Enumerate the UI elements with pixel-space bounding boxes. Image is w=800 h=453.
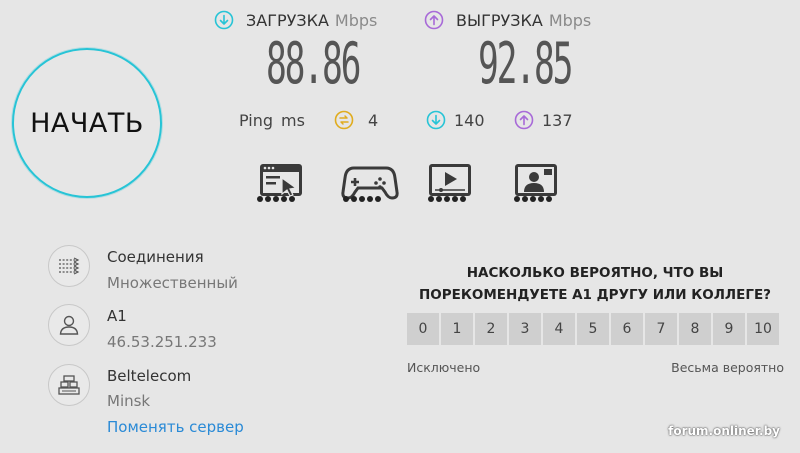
upload-latency-group: 137 — [514, 108, 573, 132]
scale-option-2[interactable]: 2 — [474, 312, 508, 346]
ping-label-group: Ping ms — [239, 108, 305, 132]
download-label: ЗАГРУЗКА — [246, 10, 329, 30]
ping-label: Ping — [239, 110, 274, 130]
server-city: Minsk — [107, 392, 151, 410]
download-latency-icon — [426, 110, 446, 130]
upload-label: ВЫГРУЗКА — [456, 10, 543, 30]
provider-ip: 46.53.251.233 — [107, 333, 217, 351]
scale-option-10[interactable]: 10 — [746, 312, 780, 346]
ping-value-group: 4 — [334, 108, 378, 132]
upload-unit: Mbps — [548, 10, 592, 30]
connection-value: Множественный — [107, 274, 238, 292]
scale-option-0[interactable]: 0 — [406, 312, 440, 346]
upload-value: 92.85 — [478, 30, 573, 98]
survey-low-label: Исключено — [407, 360, 481, 375]
download-latency-value: 140 — [454, 110, 485, 130]
upload-latency-icon — [514, 110, 534, 130]
download-icon — [214, 10, 234, 30]
scale-option-3[interactable]: 3 — [508, 312, 542, 346]
ping-unit: ms — [281, 110, 305, 130]
gaming-dots — [343, 196, 381, 202]
user-icon — [59, 315, 79, 335]
scale-option-8[interactable]: 8 — [678, 312, 712, 346]
connection-title: Соединения — [107, 248, 204, 266]
start-button[interactable]: НАЧАТЬ — [12, 48, 162, 198]
scale-option-7[interactable]: 7 — [644, 312, 678, 346]
download-unit: Mbps — [334, 10, 378, 30]
scale-option-5[interactable]: 5 — [576, 312, 610, 346]
scale-option-9[interactable]: 9 — [712, 312, 746, 346]
connections-icon-circle — [48, 245, 90, 287]
download-latency-group: 140 — [426, 108, 485, 132]
scale-option-4[interactable]: 4 — [542, 312, 576, 346]
provider-name: A1 — [107, 307, 127, 325]
scale-option-1[interactable]: 1 — [440, 312, 474, 346]
user-icon-circle — [48, 304, 90, 346]
watermark: forum.onliner.by — [668, 424, 780, 438]
upload-icon — [424, 10, 444, 30]
connections-icon — [59, 257, 80, 275]
change-server-link[interactable]: Поменять сервер — [107, 418, 244, 436]
upload-latency-value: 137 — [542, 110, 573, 130]
download-value: 88.86 — [266, 30, 361, 98]
video-streaming-dots — [428, 196, 466, 202]
scale-option-6[interactable]: 6 — [610, 312, 644, 346]
server-name: Beltelecom — [107, 367, 192, 385]
ping-value: 4 — [368, 110, 379, 130]
server-icon-circle — [48, 364, 90, 406]
ping-icon — [334, 110, 354, 130]
browsing-dots — [257, 196, 295, 202]
video-call-dots — [514, 196, 552, 202]
server-icon — [58, 375, 80, 395]
survey-question: НАСКОЛЬКО ВЕРОЯТНО, ЧТО ВЫ ПОРЕКОМЕНДУЕТ… — [418, 265, 772, 303]
download-header: ЗАГРУЗКА Mbps — [214, 8, 377, 32]
survey-high-label: Весьма вероятно — [671, 360, 784, 375]
survey-scale: 0 1 2 3 4 5 6 7 8 9 10 — [406, 312, 780, 346]
upload-header: ВЫГРУЗКА Mbps — [424, 8, 591, 32]
